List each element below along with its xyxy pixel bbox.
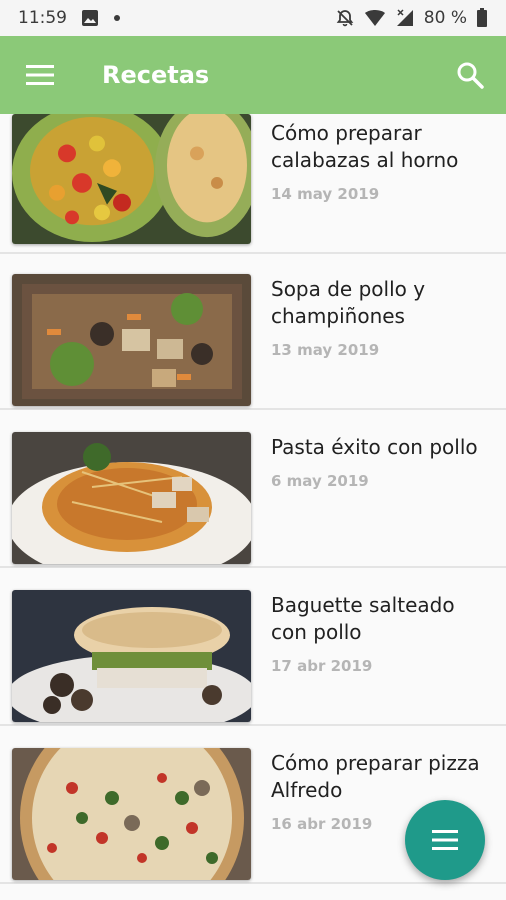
battery-percent: 80 %: [423, 8, 467, 28]
search-icon: [457, 62, 484, 89]
notifications-off-icon: [335, 8, 355, 28]
recipe-date: 16 abr 2019: [271, 815, 373, 833]
recipe-title: Sopa de pollo y champiñones: [271, 277, 426, 328]
recipe-image: [12, 748, 251, 880]
signal-icon: [395, 8, 415, 28]
wifi-icon: [364, 9, 386, 27]
recipe-date: 6 may 2019: [271, 472, 369, 490]
app-bar: Recetas: [0, 36, 506, 114]
recipe-title: Pasta éxito con pollo: [271, 435, 478, 459]
recipe-title: Cómo preparar pizza Alfredo: [271, 751, 480, 802]
status-time: 11:59: [18, 8, 67, 28]
list-menu-icon: [432, 830, 458, 850]
recipe-card[interactable]: Pasta éxito con pollo 6 may 2019: [0, 422, 506, 568]
recipe-title: Baguette salteado con pollo: [271, 593, 455, 644]
recipe-image: [12, 114, 251, 244]
recipe-image: [12, 274, 251, 406]
recipe-image: [12, 590, 251, 722]
hamburger-menu-icon: [26, 65, 54, 85]
list-menu-fab[interactable]: [405, 800, 485, 880]
app-title: Recetas: [102, 61, 210, 89]
battery-icon: [476, 8, 488, 28]
recipe-card[interactable]: Sopa de pollo y champiñones 13 may 2019: [0, 264, 506, 410]
gallery-icon: [81, 9, 99, 27]
notification-dot-icon: [113, 14, 121, 22]
recipe-date: 14 may 2019: [271, 185, 380, 203]
recipe-card[interactable]: Cómo preparar calabazas al horno 14 may …: [0, 114, 506, 254]
recipe-date: 17 abr 2019: [271, 657, 373, 675]
recipe-card[interactable]: Baguette salteado con pollo 17 abr 2019: [0, 580, 506, 726]
recipe-date: 13 may 2019: [271, 341, 380, 359]
recipe-title: Cómo preparar calabazas al horno: [271, 121, 459, 172]
recipe-list[interactable]: Cómo preparar calabazas al horno 14 may …: [0, 114, 506, 900]
recipe-image: [12, 432, 251, 564]
status-bar: 11:59 80 %: [0, 0, 506, 36]
search-button[interactable]: [444, 49, 496, 101]
menu-button[interactable]: [12, 47, 68, 103]
